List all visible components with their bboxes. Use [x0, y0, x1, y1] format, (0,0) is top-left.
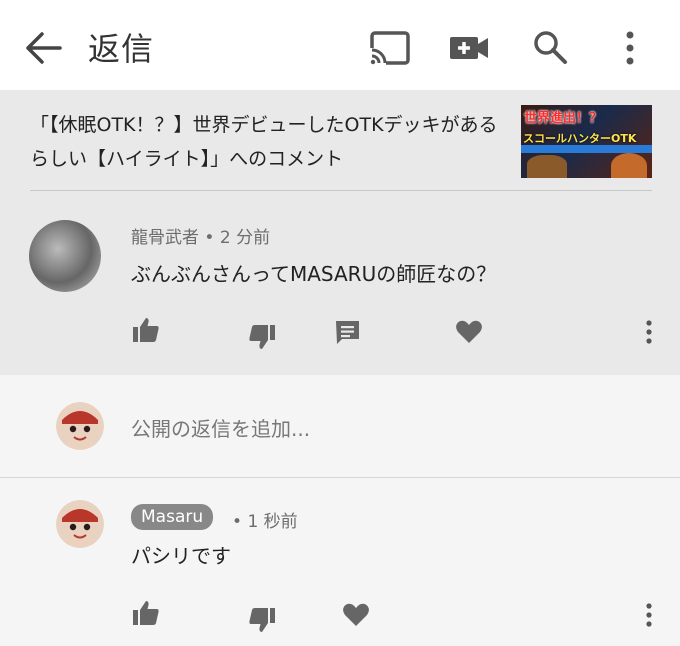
page-title: 返信 [88, 30, 155, 68]
thumbnail-figure [611, 153, 647, 178]
separator-dot: • [232, 512, 248, 532]
avatar[interactable] [56, 500, 104, 548]
more-vert-icon[interactable] [634, 601, 664, 631]
author-badge[interactable]: Masaru [131, 504, 214, 530]
comment-meta: 龍骨武者 • 2 分前 [131, 223, 270, 248]
back-arrow-icon[interactable] [24, 30, 64, 66]
comment-time: 2 分前 [219, 228, 271, 248]
avatar[interactable] [56, 402, 104, 450]
heart-icon[interactable] [341, 600, 371, 630]
thumbnail-band [521, 145, 652, 153]
divider [0, 477, 680, 478]
divider [30, 190, 652, 191]
video-add-icon[interactable] [447, 26, 491, 70]
thumbnail-figure [527, 155, 567, 178]
video-thumbnail[interactable]: 世界進出！？ スコールハンターOTK [521, 105, 652, 178]
reply-input[interactable]: 公開の返信を追加... [131, 413, 310, 442]
search-icon[interactable] [529, 26, 573, 70]
cast-icon[interactable] [368, 26, 412, 70]
heart-icon[interactable] [454, 317, 484, 347]
dislike-icon[interactable] [247, 605, 277, 635]
comment-text: ぶんぶんさんってMASARUの師匠なの？ [131, 262, 497, 286]
separator-dot: • [204, 228, 220, 248]
avatar[interactable] [29, 220, 101, 292]
comment-author[interactable]: 龍骨武者 [131, 228, 199, 248]
dislike-icon[interactable] [247, 322, 277, 352]
reply-icon[interactable] [333, 318, 363, 348]
video-title[interactable]: 「【休眠OTK！？】世界デビューしたOTKデッキがあるらしい【ハイライト】」への… [30, 108, 500, 176]
more-vert-icon[interactable] [634, 318, 664, 348]
thumbnail-text: 世界進出！？ [524, 111, 603, 126]
thumbnail-text: スコールハンターOTK [523, 132, 637, 145]
like-icon[interactable] [131, 315, 161, 345]
like-icon[interactable] [131, 598, 161, 628]
reply-time: 1 秒前 [247, 512, 298, 532]
reply-meta: • 1 秒前 [232, 507, 298, 532]
reply-text: パシリです [131, 544, 231, 568]
more-vert-icon[interactable] [608, 26, 652, 70]
